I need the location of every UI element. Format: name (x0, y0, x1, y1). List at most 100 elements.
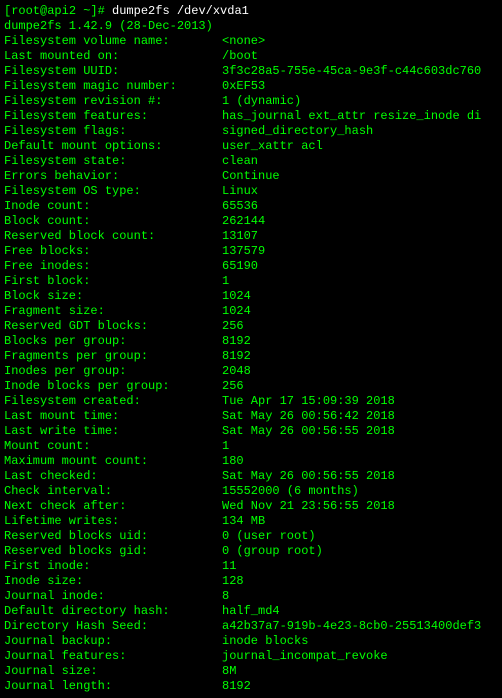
row-value: <none> (222, 34, 265, 49)
output-row: Default mount options:user_xattr acl (4, 139, 498, 154)
output-row: Free blocks:137579 (4, 244, 498, 259)
row-value: 8192 (222, 334, 251, 349)
output-row: Reserved GDT blocks:256 (4, 319, 498, 334)
output-row: Filesystem created:Tue Apr 17 15:09:39 2… (4, 394, 498, 409)
output-row: Journal length:8192 (4, 679, 498, 694)
row-value: 2048 (222, 364, 251, 379)
row-label: Filesystem magic number: (4, 79, 222, 94)
output-row: Maximum mount count:180 (4, 454, 498, 469)
row-value: 8 (222, 589, 229, 604)
row-label: Last mounted on: (4, 49, 222, 64)
row-value: Tue Apr 17 15:09:39 2018 (222, 394, 395, 409)
row-value: signed_directory_hash (222, 124, 373, 139)
output-row: Journal inode:8 (4, 589, 498, 604)
output-row: Reserved blocks gid:0 (group root) (4, 544, 498, 559)
output-row: Journal size:8M (4, 664, 498, 679)
row-label: Inodes per group: (4, 364, 222, 379)
row-label: Free inodes: (4, 259, 222, 274)
row-label: Journal size: (4, 664, 222, 679)
row-value: Sat May 26 00:56:55 2018 (222, 469, 395, 484)
output-row: Journal features:journal_incompat_revoke (4, 649, 498, 664)
output-row: Errors behavior:Continue (4, 169, 498, 184)
output-row: Inode count:65536 (4, 199, 498, 214)
output-row: Filesystem magic number:0xEF53 (4, 79, 498, 94)
output-row: Lifetime writes:134 MB (4, 514, 498, 529)
user-host: root@api2 (11, 4, 76, 18)
row-value: 128 (222, 574, 244, 589)
row-value: 0 (user root) (222, 529, 316, 544)
row-value: Continue (222, 169, 280, 184)
row-label: Inode blocks per group: (4, 379, 222, 394)
output-row: Free inodes:65190 (4, 259, 498, 274)
output-row: Last write time:Sat May 26 00:56:55 2018 (4, 424, 498, 439)
row-label: Default directory hash: (4, 604, 222, 619)
row-value: 15552000 (6 months) (222, 484, 359, 499)
row-value: 256 (222, 319, 244, 334)
version-line: dumpe2fs 1.42.9 (28-Dec-2013) (4, 19, 498, 34)
row-value: 134 MB (222, 514, 265, 529)
row-value: 8M (222, 664, 236, 679)
output-row: Filesystem features:has_journal ext_attr… (4, 109, 498, 124)
row-value: 262144 (222, 214, 265, 229)
output-row: Inode blocks per group:256 (4, 379, 498, 394)
row-label: Lifetime writes: (4, 514, 222, 529)
row-label: Filesystem flags: (4, 124, 222, 139)
row-value: Wed Nov 21 23:56:55 2018 (222, 499, 395, 514)
output-row: Default directory hash:half_md4 (4, 604, 498, 619)
output-row: Inodes per group:2048 (4, 364, 498, 379)
row-label: Last mount time: (4, 409, 222, 424)
row-label: Last write time: (4, 424, 222, 439)
cwd: ~ (83, 4, 90, 18)
row-label: Fragment size: (4, 304, 222, 319)
row-value: clean (222, 154, 258, 169)
row-label: Journal inode: (4, 589, 222, 604)
command-text[interactable]: dumpe2fs /dev/xvda1 (112, 4, 249, 18)
row-label: Block size: (4, 289, 222, 304)
row-label: Filesystem state: (4, 154, 222, 169)
row-label: Reserved GDT blocks: (4, 319, 222, 334)
output-row: Filesystem UUID:3f3c28a5-755e-45ca-9e3f-… (4, 64, 498, 79)
row-value: 0 (group root) (222, 544, 323, 559)
row-value: Sat May 26 00:56:42 2018 (222, 409, 395, 424)
row-value: user_xattr acl (222, 139, 323, 154)
output-row: Filesystem flags:signed_directory_hash (4, 124, 498, 139)
row-value: 256 (222, 379, 244, 394)
row-label: Filesystem OS type: (4, 184, 222, 199)
row-value: Linux (222, 184, 258, 199)
output-row: Blocks per group:8192 (4, 334, 498, 349)
row-label: Maximum mount count: (4, 454, 222, 469)
row-label: Blocks per group: (4, 334, 222, 349)
row-value: 65536 (222, 199, 258, 214)
row-label: Filesystem volume name: (4, 34, 222, 49)
output-row: Directory Hash Seed:a42b37a7-919b-4e23-8… (4, 619, 498, 634)
output-row: Reserved blocks uid:0 (user root) (4, 529, 498, 544)
row-label: First block: (4, 274, 222, 289)
output-row: Last mounted on:/boot (4, 49, 498, 64)
row-label: Reserved block count: (4, 229, 222, 244)
row-value: journal_incompat_revoke (222, 649, 388, 664)
row-value: 1 (dynamic) (222, 94, 301, 109)
row-value: 1024 (222, 289, 251, 304)
output-row: First block:1 (4, 274, 498, 289)
row-value: 137579 (222, 244, 265, 259)
output-row: Journal backup:inode blocks (4, 634, 498, 649)
row-value: a42b37a7-919b-4e23-8cb0-25513400def3 (222, 619, 481, 634)
row-label: Default mount options: (4, 139, 222, 154)
output-row: Reserved block count:13107 (4, 229, 498, 244)
output-row: Block count:262144 (4, 214, 498, 229)
row-label: Next check after: (4, 499, 222, 514)
row-value: 11 (222, 559, 236, 574)
row-value: 1024 (222, 304, 251, 319)
row-value: 13107 (222, 229, 258, 244)
output-row: Filesystem OS type:Linux (4, 184, 498, 199)
row-label: Last checked: (4, 469, 222, 484)
row-value: 8192 (222, 679, 251, 694)
row-label: Directory Hash Seed: (4, 619, 222, 634)
row-label: Filesystem UUID: (4, 64, 222, 79)
output-row: Inode size:128 (4, 574, 498, 589)
output-row: Filesystem revision #:1 (dynamic) (4, 94, 498, 109)
row-label: Journal backup: (4, 634, 222, 649)
row-label: Journal length: (4, 679, 222, 694)
row-label: Journal features: (4, 649, 222, 664)
row-label: Inode size: (4, 574, 222, 589)
